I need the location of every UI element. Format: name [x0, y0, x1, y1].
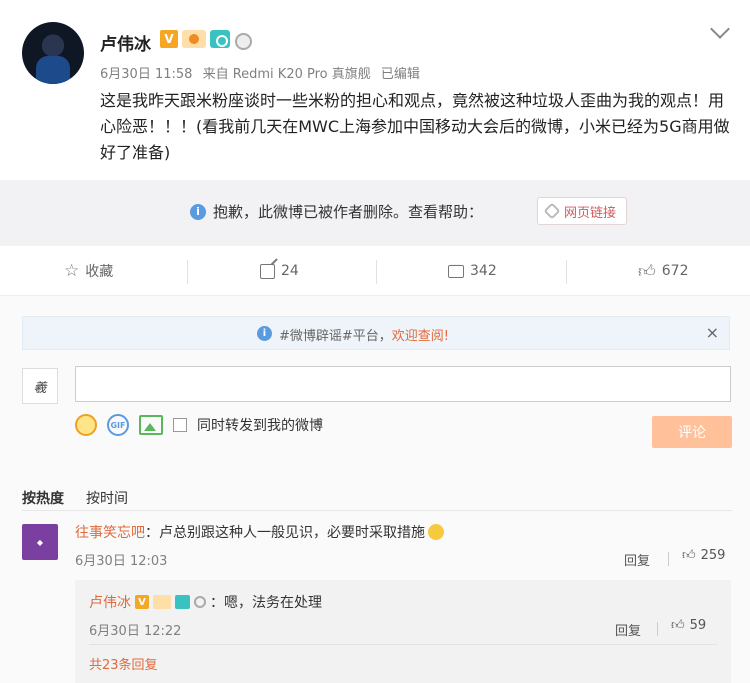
close-icon[interactable]: ×	[706, 323, 719, 342]
commenter-name[interactable]: 往事笑忘吧	[75, 525, 145, 541]
reply-author-name[interactable]: 卢伟冰	[89, 592, 131, 612]
divider	[376, 260, 377, 284]
more-replies-link[interactable]: 共23条回复	[89, 654, 158, 673]
link-icon	[543, 202, 561, 220]
comment-content: ：卢总别跟这种人一般见识，必要时采取措施	[145, 525, 425, 541]
reply-time: 6月30日 12:22	[89, 624, 182, 639]
divider	[22, 510, 732, 511]
comment-section: i #微博辟谣#平台，欢迎查阅! × 羲 GIF 同时转发到我的微博 评论 按热…	[0, 296, 750, 683]
deleted-repost-box: i 抱歉，此微博已被作者删除。查看帮助： 网页链接	[0, 180, 750, 246]
v-badge-icon[interactable]: V	[135, 595, 149, 609]
camera-badge-icon[interactable]	[175, 595, 190, 609]
share-icon	[260, 263, 275, 279]
divider	[187, 260, 188, 284]
author-name[interactable]: 卢伟冰	[100, 30, 151, 55]
reply-content: ：嗯，法务在处理	[210, 595, 322, 611]
like-count: 672	[661, 263, 689, 279]
sort-by-hot-tab[interactable]: 按热度	[22, 488, 64, 508]
action-bar: ☆ 收藏 24 342 👍︎ 672	[0, 246, 750, 296]
like-button[interactable]: 👍︎ 672	[638, 246, 689, 296]
reply-text: 卢伟冰 V ：嗯，法务在处理	[89, 592, 322, 612]
sort-tabs: 按热度 按时间	[22, 488, 128, 508]
divider	[566, 260, 567, 284]
reply-like-button[interactable]: 👍︎ 59	[671, 618, 706, 633]
favorite-label: 收藏	[85, 264, 114, 280]
forward-label[interactable]: 同时转发到我的微博	[197, 415, 323, 435]
star-icon: ☆	[64, 261, 80, 281]
emoji-icon[interactable]	[75, 414, 97, 436]
weibo-post: 卢伟冰 V 6月30日 11:58 来自 Redmi K20 Pro 真旗舰 已…	[0, 0, 750, 683]
camera-badge-icon[interactable]	[210, 30, 230, 48]
anniversary-badge-icon[interactable]	[153, 595, 171, 609]
webpage-link-button[interactable]: 网页链接	[537, 197, 628, 225]
webpage-link-label: 网页链接	[564, 205, 617, 221]
reply-button[interactable]: 回复	[615, 620, 641, 639]
comment-icon	[448, 261, 464, 278]
rumor-notice-bar: i #微博辟谣#平台，欢迎查阅! ×	[22, 316, 730, 350]
comment-like-count: 259	[700, 548, 726, 563]
emoji-icon	[428, 524, 444, 540]
post-edited[interactable]: 已编辑	[381, 67, 420, 82]
comment-count: 342	[470, 263, 497, 279]
commenter-avatar[interactable]: ◆	[22, 524, 58, 560]
gif-icon[interactable]: GIF	[107, 414, 129, 436]
info-icon: i	[257, 326, 272, 341]
comment-text: 往事笑忘吧：卢总别跟这种人一般见识，必要时采取措施	[75, 522, 444, 542]
comment-time: 6月30日 12:03	[75, 554, 168, 569]
rumor-notice-text[interactable]: #微博辟谣#平台，欢迎查阅!	[279, 325, 449, 344]
divider	[89, 644, 717, 645]
post-meta: 6月30日 11:58 来自 Redmi K20 Pro 真旗舰 已编辑	[100, 63, 426, 82]
image-icon[interactable]	[139, 415, 163, 435]
divider	[668, 552, 669, 566]
chevron-down-icon[interactable]	[710, 19, 730, 39]
anniversary-badge-icon[interactable]	[182, 30, 206, 48]
post-source[interactable]: 来自 Redmi K20 Pro 真旗舰	[203, 67, 371, 82]
share-button[interactable]: 24	[260, 246, 299, 296]
comment-button[interactable]: 342	[448, 246, 497, 296]
forward-checkbox[interactable]	[173, 418, 187, 432]
reply-box: 卢伟冰 V ：嗯，法务在处理 6月30日 12:22 回复 👍︎ 59 共23条…	[75, 580, 731, 683]
thumbs-up-icon: 👍︎	[682, 548, 696, 563]
notice-highlight[interactable]: 欢迎查阅!	[392, 329, 449, 344]
author-badges: V	[160, 30, 252, 50]
v-badge-icon[interactable]: V	[160, 30, 178, 48]
comment-like-button[interactable]: 👍︎ 259	[682, 548, 725, 563]
submit-comment-button[interactable]: 评论	[652, 416, 732, 448]
medal-badge-icon[interactable]	[234, 30, 252, 50]
favorite-button[interactable]: ☆ 收藏	[64, 246, 113, 296]
divider	[657, 622, 658, 636]
reply-button[interactable]: 回复	[624, 550, 650, 569]
sort-by-time-tab[interactable]: 按时间	[86, 488, 128, 508]
info-icon: i	[190, 204, 206, 220]
share-count: 24	[281, 263, 299, 279]
reply-like-count: 59	[689, 618, 707, 633]
my-avatar[interactable]: 羲	[22, 368, 58, 404]
comment-input[interactable]	[75, 366, 731, 402]
deleted-message: 抱歉，此微博已被作者删除。查看帮助：	[213, 203, 484, 221]
thumbs-up-icon: 👍︎	[638, 261, 656, 282]
post-date[interactable]: 6月30日 11:58	[100, 67, 192, 82]
post-content: 这是我昨天跟米粉座谈时一些米粉的担心和观点，竟然被这种垃圾人歪曲为我的观点！用心…	[100, 91, 730, 162]
comment-tools: GIF 同时转发到我的微博	[75, 414, 323, 436]
author-avatar[interactable]	[22, 22, 84, 84]
notice-prefix: #微博辟谣#平台，	[279, 329, 392, 344]
medal-badge-icon[interactable]	[194, 596, 206, 608]
thumbs-up-icon: 👍︎	[671, 618, 685, 633]
